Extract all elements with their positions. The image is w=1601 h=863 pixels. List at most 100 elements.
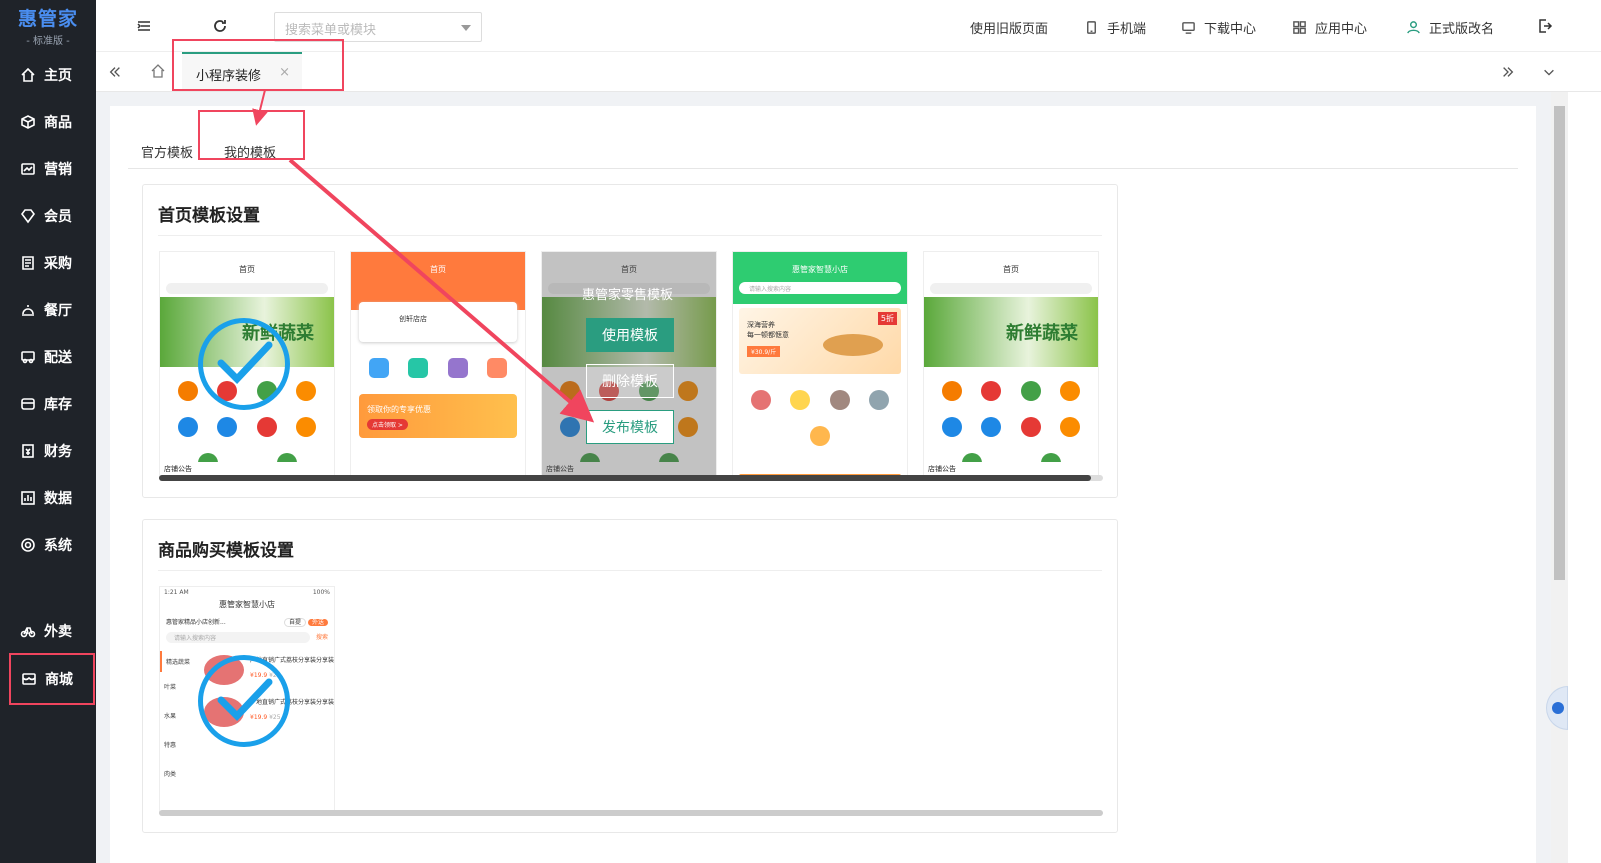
sidebar-item-marketing[interactable]: 营销: [0, 150, 96, 188]
thumb-icon-grid: [924, 369, 1098, 476]
sidebar-item-label: 外卖: [44, 624, 72, 640]
download-center-link[interactable]: 下载中心: [1181, 18, 1256, 37]
thumb-fish-banner: 深海营养 每一顿都惬意 ¥30.9/斤 5折: [739, 308, 901, 374]
feature-icon: [487, 358, 508, 378]
sidebar-item-data[interactable]: 数据: [0, 479, 96, 517]
product-icon: [810, 426, 830, 446]
use-template-button[interactable]: 使用模板: [586, 318, 674, 352]
logout-icon[interactable]: [1537, 18, 1553, 34]
status-bar: [160, 252, 334, 264]
thumb-header: 首页: [1003, 265, 1019, 274]
thumb-shop-card: 创轩店店: [359, 302, 517, 342]
category-list: 精选蔬菜 叶菜 水果 特惠 肉类: [160, 651, 204, 788]
content-panel: 官方模板 我的模板 首页模板设置 首页 新鲜蔬菜 店铺公告 首页 创轩店店 领取…: [110, 106, 1536, 863]
sidebar-item-inventory[interactable]: 库存: [0, 385, 96, 423]
sidebar-item-label: 财务: [44, 444, 72, 460]
promo-text: 领取你的专享优惠: [367, 405, 431, 414]
category-icon: [217, 417, 238, 437]
thumb-notice: 店铺公告: [924, 462, 1098, 476]
scrollbar-thumb[interactable]: [1554, 106, 1565, 580]
product-icon: [790, 390, 811, 410]
sidebar-item-finance[interactable]: 财务: [0, 432, 96, 470]
download-center-label: 下载中心: [1204, 22, 1257, 37]
thumb-search: 请输入搜索内容: [166, 632, 310, 643]
double-chevron-left-icon[interactable]: [108, 65, 122, 79]
section-title: 首页模板设置: [158, 206, 260, 226]
thumb-banner: 新鲜蔬菜: [924, 297, 1098, 367]
chevron-down-icon[interactable]: [1542, 65, 1556, 79]
template-thumb-4[interactable]: 惠管家智慧小店 请输入搜索内容 深海营养 每一顿都惬意 ¥30.9/斤 5折: [732, 251, 908, 477]
sidebar-item-label: 库存: [44, 397, 72, 413]
template-thumb-1[interactable]: 首页 新鲜蔬菜 店铺公告: [159, 251, 335, 477]
home-template-section: 首页模板设置 首页 新鲜蔬菜 店铺公告 首页 创轩店店 领取你的专享优惠 点击领…: [142, 184, 1118, 498]
delete-template-button[interactable]: 删除模板: [586, 364, 674, 398]
sidebar-item-takeout[interactable]: 外卖: [0, 612, 96, 650]
thumb-header: 首页: [430, 265, 446, 274]
sidebar-item-home[interactable]: 主页: [0, 56, 96, 94]
sidebar-item-member[interactable]: 会员: [0, 197, 96, 235]
sidebar-item-mall[interactable]: 商城: [9, 653, 95, 705]
category-icon: [981, 381, 1002, 401]
status-bar: [351, 252, 525, 264]
mobile-link[interactable]: 手机端: [1084, 18, 1146, 37]
refresh-icon[interactable]: [212, 18, 228, 34]
template-thumb-3[interactable]: 首页 店铺公告 惠管家零售模板 使用模板 删除模板 发布模板: [541, 251, 717, 477]
status-bar: [924, 252, 1098, 264]
user-menu[interactable]: 正式版改名: [1406, 18, 1494, 37]
thumb-search: 请输入搜索内容: [739, 282, 901, 294]
logo[interactable]: 惠管家 - 标准版 -: [0, 0, 96, 50]
sidebar-item-purchase[interactable]: 采购: [0, 244, 96, 282]
sidebar-item-restaurant[interactable]: 餐厅: [0, 291, 96, 329]
sidebar-item-system[interactable]: 系统: [0, 526, 96, 564]
horizontal-scrollbar[interactable]: [159, 810, 1103, 816]
warehouse-icon: [21, 398, 35, 410]
selected-check-icon: [198, 655, 290, 747]
category-icon: [296, 417, 317, 437]
publish-template-button[interactable]: 发布模板: [586, 410, 674, 444]
status-bar: [733, 252, 907, 264]
search-button-label: 搜索: [315, 634, 328, 641]
thumb-search: [166, 283, 328, 294]
home-tab-icon[interactable]: [150, 63, 166, 79]
divider: [158, 235, 1102, 236]
double-chevron-right-icon[interactable]: [1501, 65, 1515, 79]
template-thumb-5[interactable]: 首页 新鲜蔬菜 店铺公告: [923, 251, 1099, 477]
old-version-label: 使用旧版页面: [970, 22, 1049, 37]
home-icon: [21, 67, 35, 82]
status-bar: 1:21 AM 100%: [160, 587, 334, 599]
tab-official-templates[interactable]: 官方模板: [141, 142, 193, 161]
mobile-label: 手机端: [1107, 22, 1147, 37]
truck-icon: [21, 351, 35, 364]
thumb-header: 惠管家智慧小店: [219, 600, 275, 609]
sidebar-item-label: 采购: [44, 256, 72, 272]
category-icon: [1060, 417, 1081, 437]
category-icon: [1020, 381, 1041, 401]
discount-tag: 5折: [877, 312, 897, 325]
scrollbar-thumb[interactable]: [159, 475, 1091, 481]
sidebar-item-label: 商品: [44, 115, 72, 131]
sidebar-item-label: 商城: [45, 672, 73, 688]
menu-toggle-icon[interactable]: [136, 18, 152, 34]
sidebar-item-delivery[interactable]: 配送: [0, 338, 96, 376]
thumb-promo-banner: 领取你的专享优惠 点击领取 >: [359, 394, 517, 438]
product-icon: [869, 390, 890, 410]
menu-search-select[interactable]: 搜索菜单或模块: [274, 12, 482, 42]
banner-price: ¥30.9/斤: [747, 346, 781, 357]
banner-line: 深海营养: [747, 321, 775, 329]
feature-icon: [447, 358, 468, 378]
sidebar-item-goods[interactable]: 商品: [0, 103, 96, 141]
chart-icon: [21, 163, 35, 175]
app-center-link[interactable]: 应用中心: [1292, 18, 1367, 37]
horizontal-scrollbar[interactable]: [159, 475, 1103, 481]
template-hover-overlay: 惠管家零售模板 使用模板 删除模板 发布模板: [542, 252, 716, 476]
vertical-scrollbar[interactable]: [1551, 92, 1568, 863]
chevron-down-icon: [461, 25, 471, 31]
finance-icon: [22, 444, 34, 458]
sidebar: 惠管家 - 标准版 - 主页 商品 营销 会员 采购 餐厅 配送 库存 财务 数…: [0, 0, 96, 863]
goods-template-thumb-1[interactable]: 1:21 AM 100% 惠管家智慧小店 惠管家精品小店创新... 自提 外送 请输…: [159, 586, 335, 812]
bar-chart-icon: [21, 491, 35, 505]
thumb-icon-grid: [733, 378, 907, 462]
template-thumb-2[interactable]: 首页 创轩店店 领取你的专享优惠 点击领取 >: [350, 251, 526, 477]
old-version-link[interactable]: 使用旧版页面: [970, 18, 1048, 37]
sidebar-item-label: 数据: [44, 491, 72, 507]
